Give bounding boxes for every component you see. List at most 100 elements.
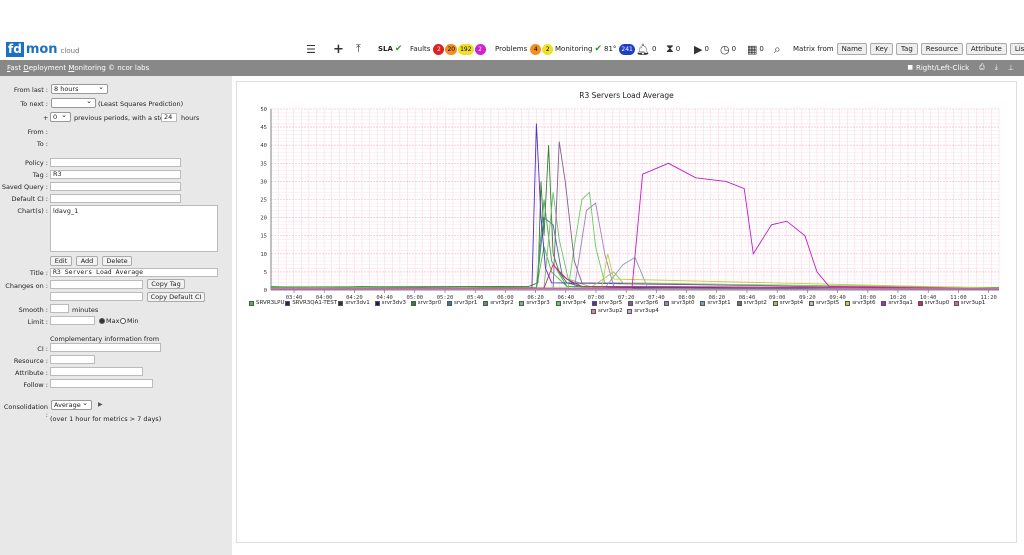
periods-select[interactable]: 0 xyxy=(50,111,71,122)
faults-other-badge[interactable]: 2 xyxy=(474,43,486,55)
changes-on-input-2[interactable] xyxy=(50,292,143,301)
legend-label: srvr3dv1 xyxy=(345,300,370,306)
print-icon[interactable]: ⎙ xyxy=(979,63,985,72)
faults-minor-badge[interactable]: 192 xyxy=(458,43,474,55)
legend-item[interactable]: srvr3up1 xyxy=(953,300,985,306)
pin-icon[interactable]: ⊥ xyxy=(1008,64,1014,72)
legend-item[interactable]: srvr3pr4 xyxy=(555,300,586,306)
tag-input[interactable]: R3 xyxy=(50,170,181,179)
legend-item[interactable]: srvr3dv1 xyxy=(338,300,370,306)
from-last-select[interactable]: 8 hours xyxy=(51,83,108,94)
legend-item[interactable]: srvr3pt4 xyxy=(772,300,803,306)
legend-item[interactable]: srvr3dv3 xyxy=(374,300,406,306)
title-input[interactable]: R3 Servers Load Average xyxy=(50,268,218,277)
app-subtitle: Fast Deployment Monitoring © ncor labs xyxy=(7,64,149,72)
limit-input[interactable] xyxy=(50,316,95,325)
legend-item[interactable]: srvr3pr6 xyxy=(628,300,658,306)
legend-swatch xyxy=(591,308,596,314)
matrix-list-button[interactable]: List xyxy=(1009,43,1024,55)
min-radio[interactable] xyxy=(120,318,126,324)
monitoring-status[interactable]: Monitoring ✔ 81° 241 xyxy=(555,42,635,56)
charts-textarea[interactable]: ldavg_1 xyxy=(50,205,218,252)
to-label: To : xyxy=(36,140,48,148)
legend-item[interactable]: srvr3pr0 xyxy=(410,300,441,306)
right-left-click-label[interactable]: Right/Left-Click xyxy=(916,64,969,72)
legend-swatch xyxy=(519,300,525,306)
legend-item[interactable]: srvr3pr3 xyxy=(519,300,550,306)
matrix-tag-button[interactable]: Tag xyxy=(895,43,918,55)
sla-status[interactable]: SLA ✔ xyxy=(378,42,404,56)
matrix-key-button[interactable]: Key xyxy=(870,43,893,55)
legend-label: srvr3pr5 xyxy=(598,300,623,306)
legend-item[interactable]: srvr3up4 xyxy=(627,308,659,314)
legend-item[interactable]: srvr3up2 xyxy=(591,308,623,314)
to-next-select[interactable] xyxy=(51,97,96,108)
add-button[interactable]: Add xyxy=(76,256,98,266)
consolidation-select[interactable]: Average xyxy=(51,399,92,410)
follow-input[interactable] xyxy=(50,379,153,388)
to-next-label: To next : xyxy=(20,100,48,108)
max-radio[interactable] xyxy=(99,318,105,324)
copy-default-ci-button[interactable]: Copy Default CI xyxy=(147,292,205,302)
problems-minor-badge[interactable]: 2 xyxy=(542,43,554,55)
faults-major-badge[interactable]: 20 xyxy=(445,43,458,55)
problems-major-badge[interactable]: 4 xyxy=(530,43,542,55)
policy-label: Policy : xyxy=(25,159,48,167)
upload-icon[interactable]: ⤒ xyxy=(356,42,361,56)
legend-item[interactable]: srvr3pt1 xyxy=(700,300,731,306)
changes-on-input-1[interactable] xyxy=(50,280,143,289)
legend-item[interactable]: SRVR3LPU xyxy=(249,300,285,306)
legend-label: srvr3pr2 xyxy=(490,300,514,306)
logo[interactable]: fd mon cloud xyxy=(6,41,80,57)
pending[interactable]: ⧗ 0 xyxy=(666,42,680,56)
matrix-name-button[interactable]: Name xyxy=(836,43,868,55)
legend-item[interactable]: srvr3pt5 xyxy=(809,300,839,306)
smooth-input[interactable] xyxy=(50,304,69,313)
edit-button[interactable]: Edit xyxy=(50,256,72,266)
calendar[interactable]: ▦ 0 xyxy=(747,42,764,56)
legend-swatch xyxy=(628,300,633,306)
problems-status[interactable]: Problems 4 2 xyxy=(495,42,554,56)
resource-input[interactable] xyxy=(50,355,95,364)
legend-swatch xyxy=(410,300,416,306)
notifications[interactable]: 🔔︎ 0 xyxy=(636,42,656,56)
matrix-resource-button[interactable]: Resource xyxy=(920,43,963,55)
faults-critical-badge[interactable]: 2 xyxy=(433,43,445,55)
legend-item[interactable]: srvr3qa1 xyxy=(881,300,913,306)
menu-icon[interactable]: ☰ xyxy=(306,43,316,56)
legend-swatch xyxy=(736,300,742,306)
default-ci-input[interactable] xyxy=(50,194,181,203)
limit-min-option[interactable]: Min xyxy=(120,317,139,325)
legend-item[interactable]: SRVR3QA1-TEST xyxy=(285,300,337,306)
legend-swatch xyxy=(483,300,489,306)
saved-query-input[interactable] xyxy=(50,182,181,191)
legend-item[interactable]: srvr3pr1 xyxy=(447,300,477,306)
bell-count: 0 xyxy=(651,45,657,53)
load-average-chart[interactable]: 0510152025303540455003:40 04:00 04:20 04:40… xyxy=(237,82,1018,322)
y-tick-label: 30 xyxy=(260,179,267,185)
smooth-label: Smooth : xyxy=(18,306,48,314)
legend-item[interactable]: srvr3pt0 xyxy=(664,300,694,306)
copy-tag-button[interactable]: Copy Tag xyxy=(147,279,185,289)
matrix-attribute-button[interactable]: Attribute xyxy=(965,43,1007,55)
play-icon[interactable]: ▶ xyxy=(98,401,103,408)
legend-label: srvr3pt0 xyxy=(671,300,695,306)
delete-button[interactable]: Delete xyxy=(102,256,132,266)
add-icon[interactable]: + xyxy=(333,42,344,57)
legend-item[interactable]: srvr3pr2 xyxy=(483,300,514,306)
attribute-input[interactable] xyxy=(50,367,143,376)
legend-item[interactable]: srvr3up0 xyxy=(917,300,949,306)
running[interactable]: ▶ 0 xyxy=(694,42,709,56)
scheduled[interactable]: ◷ 0 xyxy=(720,42,736,56)
monitoring-badge[interactable]: 241 xyxy=(619,43,635,55)
step-input[interactable]: 24 xyxy=(161,113,177,122)
download-icon[interactable]: ⤓ xyxy=(995,63,998,72)
legend-item[interactable]: srvr3pr5 xyxy=(591,300,623,306)
faults-status[interactable]: Faults 2 20 192 2 xyxy=(410,42,486,56)
policy-input[interactable] xyxy=(50,158,181,167)
limit-max-option[interactable]: Max xyxy=(99,317,119,325)
legend-item[interactable]: srvr3pt2 xyxy=(736,300,767,306)
search-icon[interactable]: ⌕ xyxy=(774,42,781,57)
legend-item[interactable]: srvr3pt6 xyxy=(845,300,875,306)
ci-input[interactable] xyxy=(50,343,161,352)
